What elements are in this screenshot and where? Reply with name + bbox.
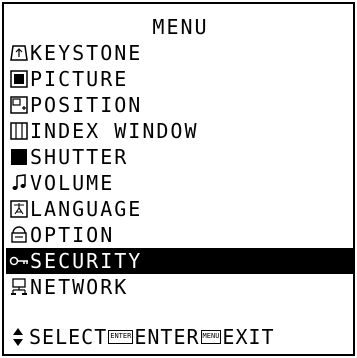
menu-item-network[interactable]: NETWORK	[6, 274, 353, 300]
menu-key-icon: MENU	[200, 330, 222, 344]
menu-item-language[interactable]: LANGUAGE	[6, 196, 353, 222]
key-hint-bar: SELECT ENTER ENTER MENU EXIT	[6, 324, 353, 350]
enter-hint: ENTER	[134, 325, 200, 349]
security-icon	[8, 248, 30, 274]
volume-icon	[8, 170, 30, 196]
position-icon	[8, 92, 30, 118]
network-icon	[8, 274, 30, 300]
keystone-icon	[8, 40, 30, 66]
menu-item-position[interactable]: POSITION	[6, 92, 353, 118]
shutter-icon	[8, 144, 30, 170]
index-window-icon	[8, 118, 30, 144]
option-icon	[8, 222, 30, 248]
menu-item-volume[interactable]: VOLUME	[6, 170, 353, 196]
menu-item-security[interactable]: SECURITY	[6, 248, 353, 274]
menu-title: MENU	[152, 15, 209, 39]
menu-item-index-window[interactable]: INDEX WINDOW	[6, 118, 353, 144]
enter-key-icon: ENTER	[108, 330, 134, 344]
menu-panel: MENU KEYSTONE PICTURE POSITION INDEX WIN…	[2, 2, 355, 356]
exit-hint: EXIT	[222, 325, 275, 349]
menu-item-shutter[interactable]: SHUTTER	[6, 144, 353, 170]
select-hint: SELECT	[29, 325, 108, 349]
menu-item-keystone[interactable]: KEYSTONE	[6, 40, 353, 66]
up-down-arrows-icon	[8, 327, 28, 347]
menu-item-option[interactable]: OPTION	[6, 222, 353, 248]
menu-item-picture[interactable]: PICTURE	[6, 66, 353, 92]
picture-icon	[8, 66, 30, 92]
language-icon	[8, 196, 30, 222]
